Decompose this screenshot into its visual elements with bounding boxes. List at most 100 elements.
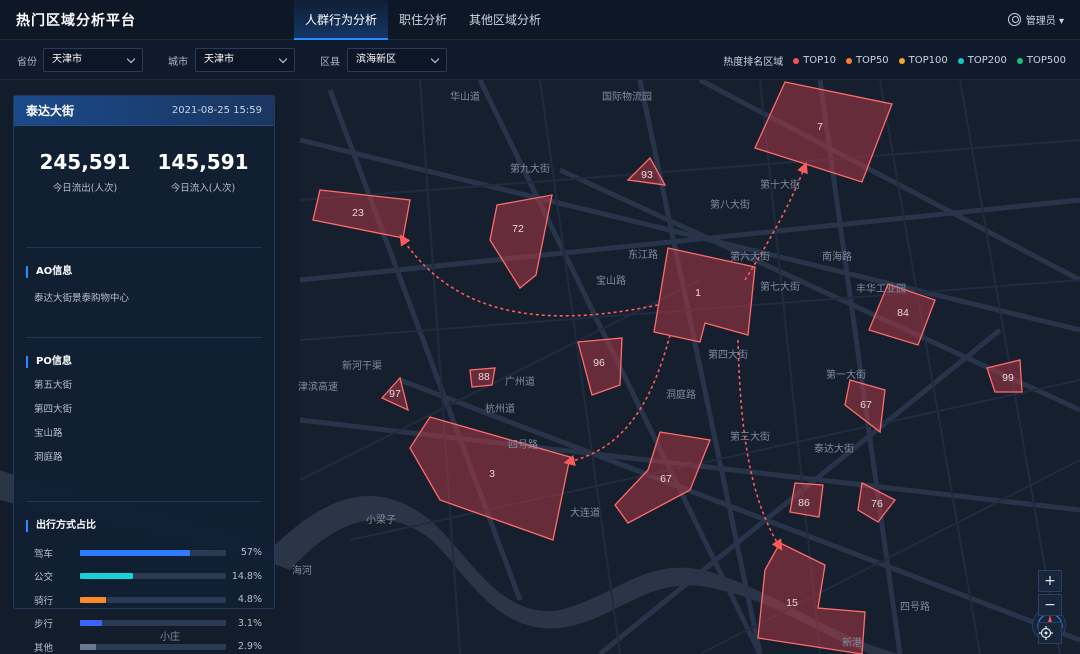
app-title: 热门区域分析平台 [16, 13, 136, 29]
legend-dot-icon [1016, 57, 1023, 64]
inflow-value: 145,591 [157, 150, 249, 174]
user-icon [1007, 13, 1021, 26]
chevron-down-icon [278, 54, 288, 64]
travel-value: 57% [240, 547, 262, 559]
travel-bar-fill [80, 573, 133, 580]
travel-label: 其他 [34, 642, 54, 654]
city-select[interactable]: 天津市 [195, 48, 295, 72]
place-label: 广州道 [505, 375, 535, 388]
place-label: 国际物流园 [602, 90, 652, 103]
user-menu[interactable]: 管理员 ▾ [1007, 12, 1064, 27]
legend-dot-icon [845, 57, 852, 64]
province-select[interactable]: 天津市 [43, 48, 143, 72]
place-label: 第三大街 [730, 430, 770, 443]
inflow-label: 今日流入(人次) [170, 183, 236, 194]
tab-other-region[interactable]: 其他区域分析 [458, 0, 552, 40]
legend-top50[interactable]: TOP50 [845, 55, 889, 66]
travel-label: 步行 [34, 619, 54, 631]
region-label: 3 [489, 468, 495, 480]
place-label: 第七大街 [760, 280, 800, 293]
legend-top100[interactable]: TOP100 [898, 55, 948, 66]
place-label: 南海路 [822, 250, 852, 263]
place-label: 津滨高速 [298, 380, 338, 393]
legend-top500[interactable]: TOP500 [1016, 55, 1066, 66]
po-item: 第五大街 [34, 380, 73, 391]
chevron-down-icon [430, 54, 440, 64]
outflow-value: 245,591 [39, 150, 131, 174]
legend-label: TOP500 [1026, 55, 1066, 66]
district-value: 滨海新区 [356, 54, 396, 65]
region-info-panel: 泰达大街 2021-08-25 15:59 245,591 今日流出(人次) 1… [13, 95, 275, 654]
region-label: 67 [660, 473, 672, 485]
travel-row: 驾车 57% [26, 541, 262, 565]
place-label: 杭州道 [485, 402, 515, 415]
ao-section: AO信息 泰达大街景泰购物中心 [26, 266, 262, 338]
tab-crowd-behavior[interactable]: 人群行为分析 [294, 0, 389, 40]
region-label: 23 [352, 207, 364, 219]
place-label: 东江路 [628, 248, 658, 261]
place-label: 第一大街 [826, 368, 866, 381]
ao-text: 泰达大街景泰购物中心 [34, 293, 130, 304]
legend-label: TOP10 [803, 55, 836, 66]
region-label: 72 [512, 223, 524, 235]
po-item: 第四大街 [34, 404, 73, 415]
place-label: 新河干渠 [342, 359, 382, 372]
locate-icon [1039, 626, 1053, 640]
place-label: 华山道 [450, 90, 480, 103]
filter-bar: 省份 天津市 城市 天津市 区县 滨海新区 热度排名区域 TOP10 TOP50 [0, 40, 1080, 80]
region-label: 1 [695, 287, 701, 299]
place-label: 大连道 [570, 506, 600, 519]
po-item: 宝山路 [34, 428, 63, 439]
travel-row: 公交 14.8% [26, 565, 262, 589]
po-title: PO信息 [26, 356, 262, 368]
place-label: 四号路 [900, 600, 930, 613]
po-section: PO信息 第五大街 第四大街 宝山路 洞庭路 [26, 356, 262, 502]
travel-bar-track [80, 643, 226, 650]
legend-dot-icon [898, 57, 905, 64]
legend-top200[interactable]: TOP200 [957, 55, 1007, 66]
heat-legend: 热度排名区域 TOP10 TOP50 TOP100 TOP200 TOP500 [723, 53, 1066, 68]
place-label: 第九大街 [510, 162, 550, 175]
travel-bar-track [80, 596, 226, 603]
region-label: 84 [897, 307, 909, 319]
place-label: 新港 [842, 636, 862, 649]
place-label: 第八大街 [710, 198, 750, 211]
outflow-stat: 245,591 今日流出(人次) [26, 150, 144, 247]
user-name: 管理员 ▾ [1025, 16, 1064, 27]
travel-bar-fill [80, 643, 97, 650]
travel-value: 3.1% [237, 617, 262, 629]
region-label: 97 [389, 388, 401, 400]
travel-row: 其他 2.9% [26, 635, 262, 654]
tab-job-residence[interactable]: 职住分析 [388, 0, 458, 40]
region-label: 67 [860, 399, 872, 411]
region-label: 88 [478, 371, 490, 383]
province-value: 天津市 [52, 54, 82, 65]
region-label: 7 [817, 121, 823, 133]
region-label: 86 [798, 497, 810, 509]
panel-datetime: 2021-08-25 15:59 [171, 105, 262, 116]
district-select[interactable]: 滨海新区 [347, 48, 447, 72]
place-label: 第四大街 [708, 348, 748, 361]
travel-bar-fill [80, 596, 107, 603]
zoom-in-button[interactable]: + [1038, 570, 1062, 592]
main-tabs: 人群行为分析 职住分析 其他区域分析 [294, 0, 552, 40]
travel-label: 公交 [34, 572, 54, 584]
locate-button[interactable] [1038, 622, 1062, 644]
travel-value: 4.8% [237, 594, 262, 606]
place-label: 泰达大街 [814, 442, 854, 455]
zoom-out-button[interactable]: − [1038, 594, 1062, 616]
travel-bar-fill [80, 620, 102, 627]
legend-top10[interactable]: TOP10 [793, 55, 836, 66]
legend-label: TOP50 [855, 55, 889, 66]
city-value: 天津市 [204, 54, 234, 65]
travel-value: 2.9% [237, 641, 262, 653]
region-label: 99 [1002, 372, 1014, 384]
top-bar: 热门区域分析平台 人群行为分析 职住分析 其他区域分析 管理员 ▾ [0, 0, 1080, 40]
region-label: 96 [593, 357, 605, 369]
ao-title: AO信息 [26, 266, 262, 278]
travel-label: 驾车 [34, 548, 54, 560]
province-label: 省份 [17, 57, 37, 68]
chevron-down-icon [126, 54, 136, 64]
region-label: 15 [786, 597, 798, 609]
inflow-stat: 145,591 今日流入(人次) [144, 150, 262, 247]
